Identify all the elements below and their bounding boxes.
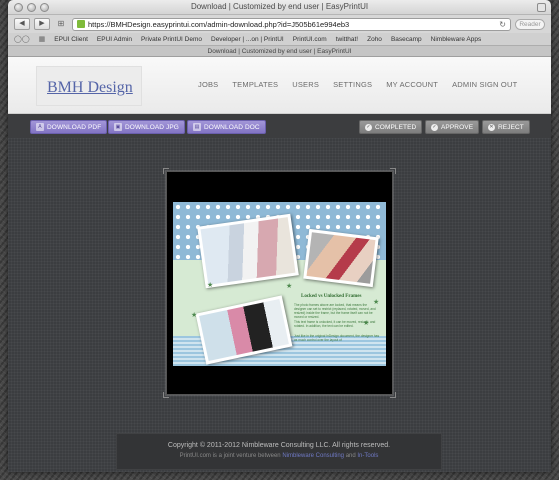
nav-jobs[interactable]: JOBS <box>198 80 218 89</box>
site-logo[interactable]: BMH Design <box>47 79 133 97</box>
approve-icon: ✓ <box>431 123 438 131</box>
download-doc-label: DOWNLOAD DOC <box>204 123 260 131</box>
page-footer: Copyright © 2011-2012 Nimbleware Consult… <box>116 433 442 470</box>
bookmark-item[interactable]: EPUI Client <box>54 36 88 43</box>
pdf-icon: A <box>36 123 44 131</box>
fullscreen-icon[interactable] <box>537 3 546 12</box>
bookmark-item[interactable]: Zoho <box>367 36 382 43</box>
download-pdf-button[interactable]: A DOWNLOAD PDF <box>30 120 108 134</box>
document-paragraph: Just like in the original InDesign docum… <box>294 334 380 342</box>
nimbleware-link[interactable]: Nimbleware Consulting <box>282 453 344 459</box>
title-bar: Download | Customized by end user | Easy… <box>8 0 551 15</box>
document-heading: Locked vs Unlocked Frames <box>301 294 362 299</box>
bookmarks-bar: ◯◯ ▦ EPUI Client EPUI Admin Private Prin… <box>8 33 551 46</box>
star-icon: ★ <box>207 282 214 289</box>
logo-box: BMH Design <box>36 66 142 106</box>
star-icon: ★ <box>191 312 198 319</box>
approve-label: APPROVE <box>441 123 474 131</box>
nav-users[interactable]: USERS <box>292 80 319 89</box>
reading-list-icon[interactable]: ◯◯ <box>14 35 30 43</box>
download-pdf-label: DOWNLOAD PDF <box>47 123 102 131</box>
document-page: ★ ★ ★ ★ ★ Locked vs Unlocked Frames The … <box>173 202 386 366</box>
bookmark-item[interactable]: Private PrintUI Demo <box>141 36 202 43</box>
photo-image <box>200 217 296 285</box>
download-jpg-label: DOWNLOAD JPG <box>125 123 179 131</box>
main-content: ★ ★ ★ ★ ★ Locked vs Unlocked Frames The … <box>8 138 551 472</box>
main-nav: JOBS TEMPLATES USERS SETTINGS MY ACCOUNT… <box>198 80 517 89</box>
bookmark-item[interactable]: PrintUI.com <box>293 36 327 43</box>
share-icon[interactable]: ⊞ <box>54 18 68 30</box>
crop-mark <box>390 392 396 398</box>
crop-mark <box>163 168 169 174</box>
reject-button[interactable]: ✕ REJECT <box>482 120 530 134</box>
back-button[interactable]: ◀ <box>14 18 30 30</box>
nav-my-account[interactable]: MY ACCOUNT <box>386 80 438 89</box>
venture-and: and <box>345 453 356 459</box>
reject-label: REJECT <box>498 123 524 131</box>
nav-admin-sign-out[interactable]: ADMIN SIGN OUT <box>452 80 517 89</box>
doc-icon: ▤ <box>193 123 201 131</box>
browser-window: Download | Customized by end user | Easy… <box>8 0 551 472</box>
browser-toolbar: ◀ ▶ ⊞ https://BMHDesign.easyprintui.com/… <box>8 15 551 33</box>
crop-mark <box>163 392 169 398</box>
bookmark-item[interactable]: Basecamp <box>391 36 422 43</box>
url-field[interactable]: https://BMHDesign.easyprintui.com/admin-… <box>88 20 496 29</box>
completed-button[interactable]: ✓ COMPLETED <box>359 120 423 134</box>
reload-icon[interactable]: ↻ <box>499 20 506 29</box>
top-sites-icon[interactable]: ▦ <box>39 35 46 43</box>
site-header: BMH Design JOBS TEMPLATES USERS SETTINGS… <box>8 57 551 114</box>
photo-image <box>306 232 376 284</box>
address-bar[interactable]: https://BMHDesign.easyprintui.com/admin-… <box>72 17 511 31</box>
site-favicon-icon <box>77 20 85 28</box>
forward-button[interactable]: ▶ <box>34 18 50 30</box>
venture-prefix: PrintUI.com is a joint venture between <box>179 453 281 459</box>
reject-icon: ✕ <box>488 123 495 131</box>
photo-frame-right <box>303 228 379 288</box>
nav-settings[interactable]: SETTINGS <box>333 80 372 89</box>
nav-templates[interactable]: TEMPLATES <box>232 80 278 89</box>
reader-button[interactable]: Reader <box>515 18 545 30</box>
bookmark-item[interactable]: Nimbleware Apps <box>431 36 482 43</box>
photo-frame-top <box>197 213 299 289</box>
window-title: Download | Customized by end user | Easy… <box>190 2 369 11</box>
actions-bar: A DOWNLOAD PDF ▣ DOWNLOAD JPG ▤ DOWNLOAD… <box>8 114 551 140</box>
download-jpg-button[interactable]: ▣ DOWNLOAD JPG <box>108 120 185 134</box>
venture-text: PrintUI.com is a joint venture between N… <box>117 453 441 459</box>
bookmark-item[interactable]: Developer | ...on | PrintUI <box>211 36 284 43</box>
bookmark-item[interactable]: EPUI Admin <box>97 36 132 43</box>
copyright-text: Copyright © 2011-2012 Nimbleware Consult… <box>167 442 391 449</box>
check-icon: ✓ <box>365 123 372 131</box>
in-tools-link[interactable]: In-Tools <box>357 453 378 459</box>
tab-active[interactable]: Download | Customized by end user | Easy… <box>8 46 551 57</box>
document-paragraph[interactable]: This text frame is unlocked, it can be m… <box>294 320 380 328</box>
download-doc-button[interactable]: ▤ DOWNLOAD DOC <box>187 120 266 134</box>
approve-button[interactable]: ✓ APPROVE <box>425 120 480 134</box>
completed-label: COMPLETED <box>375 123 417 131</box>
document-preview: ★ ★ ★ ★ ★ Locked vs Unlocked Frames The … <box>163 168 396 398</box>
crop-mark <box>390 168 396 174</box>
bookmark-item[interactable]: twitthat! <box>336 36 358 43</box>
jpg-icon: ▣ <box>114 123 122 131</box>
star-icon: ★ <box>286 283 293 290</box>
document-paragraph: The photo frames above are locked, that … <box>294 303 376 319</box>
